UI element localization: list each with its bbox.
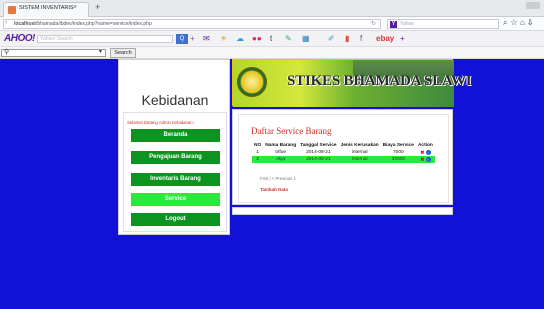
yahoo-icon: Y [390, 21, 397, 28]
main-content: Daftar Service Barang NO Nama Barang Tan… [232, 109, 453, 205]
browser-nav-bar: ‹ localhost/bhamada/ibdev/index.php?name… [0, 17, 544, 31]
brand-title: Kebidanan [141, 92, 209, 108]
search-button[interactable]: Search [110, 48, 136, 58]
column-header: Jenis Kerusakan [340, 143, 379, 148]
search-input[interactable]: ⚲ ▼ [1, 49, 106, 57]
reload-icon[interactable]: ↻ [371, 20, 376, 27]
table-header-row: NO Nama Barang Tanggal Service Jenis Ker… [252, 142, 435, 149]
delete-icon[interactable]: ✖ [420, 158, 424, 163]
table-row: 2 ekja 2014-08-21 internal 30000 ✖ i [252, 156, 435, 163]
service-table: NO Nama Barang Tanggal Service Jenis Ker… [252, 142, 435, 163]
cell-tanggal: 2014-08-21 [306, 150, 331, 155]
table-row: 1 tirfue 2014-08-21 internal 7000 ✖ i [252, 149, 435, 156]
cell-nama-barang: ekja [263, 156, 299, 163]
browser-search-field[interactable]: Y Yahoo [387, 19, 499, 29]
close-tab-icon[interactable]: × [73, 4, 77, 11]
cell-no: 1 [256, 150, 259, 155]
cell-jenis: internal [338, 156, 381, 163]
menu-panel: Selamat Datang Admin Kebidanan - Beranda… [123, 112, 227, 232]
plus-icon[interactable]: + [190, 34, 195, 44]
footer-bar [232, 207, 453, 215]
menu-beranda-button[interactable]: Beranda [131, 129, 220, 142]
chevron-down-icon[interactable]: ▼ [98, 49, 103, 55]
column-header: Nama Barang [265, 143, 297, 148]
page-background: Kebidanan Selamat Datang Admin Kebidanan… [0, 59, 544, 309]
url-host: localhost [14, 21, 36, 27]
ebay-icon[interactable]: ebay [376, 34, 394, 44]
star-icon: ☆ [510, 18, 521, 27]
bookmark-icon[interactable]: ▮ [345, 34, 349, 44]
cell-biaya: 7000 [392, 150, 404, 155]
address-bar[interactable]: ‹ localhost/bhamada/ibdev/index.php?name… [3, 19, 381, 29]
edit-icon[interactable]: ✐ [328, 34, 335, 44]
cell-action: ✖ i [415, 156, 435, 163]
menu-logout-button[interactable]: Logout [131, 213, 220, 226]
cell-tanggal: 2014-08-21 [298, 156, 339, 163]
browser-tab[interactable]: SISTEM INVENTARIS × [3, 2, 89, 17]
cell-biaya: 30000 [380, 156, 416, 163]
tumblr-icon[interactable]: t [270, 34, 272, 44]
stikes-logo-icon [237, 67, 267, 97]
yahoo-search-input[interactable]: Yahoo! Search [37, 35, 173, 43]
nav-action-icons[interactable]: ⌕☆⌂⇩ [503, 18, 535, 28]
search-row: ⚲ ▼ Search [0, 47, 544, 59]
window-control[interactable] [526, 2, 540, 9]
back-arrow-icon[interactable]: ‹ [5, 19, 7, 26]
browser-tab-bar: SISTEM INVENTARIS × + [0, 0, 544, 17]
cell-action: ✖ i [416, 149, 435, 156]
welcome-text: Selamat Datang Admin Kebidanan - [127, 120, 196, 125]
chat-icon[interactable]: ✎ [285, 34, 292, 44]
page-title: Daftar Service Barang [251, 126, 332, 136]
url-text: localhost/bhamada/ibdev/index.php?name=s… [14, 21, 152, 27]
tab-title: SISTEM INVENTARIS [19, 5, 74, 11]
pagination[interactable]: First | < Previous 1 [260, 176, 296, 181]
menu-pengajuan-barang-button[interactable]: Pengajuan Barang [131, 151, 220, 164]
column-header: Action [417, 143, 433, 148]
menu-inventaris-barang-button[interactable]: Inventaris Barang [131, 173, 220, 186]
column-header: Tanggal Service [300, 143, 337, 148]
yahoo-search-placeholder: Yahoo! Search [40, 36, 73, 42]
sidebar: Kebidanan Selamat Datang Admin Kebidanan… [118, 59, 230, 235]
home-icon: ⌂ [520, 18, 528, 27]
menu-service-button[interactable]: Service [131, 193, 220, 206]
add-icon[interactable]: + [400, 34, 405, 44]
mail-icon[interactable]: ✉ [203, 34, 210, 44]
search-icon: ⚲ [4, 49, 10, 56]
header-title: STIKES BHAMADA SLAWI [287, 73, 472, 89]
column-header: NO [254, 143, 262, 148]
yahoo-toolbar: AHOO! Yahoo! Search Q + ✉ ☀ ☁ ●● t ✎ ▦ ✐… [0, 31, 544, 47]
facebook-icon[interactable]: f [360, 34, 362, 44]
favicon-icon [8, 6, 16, 14]
flickr-icon[interactable]: ●● [252, 34, 262, 44]
cloud-icon[interactable]: ☁ [236, 34, 244, 44]
calendar-icon[interactable]: ▦ [302, 34, 310, 44]
new-tab-button[interactable]: + [95, 3, 100, 12]
download-icon: ⇩ [527, 18, 536, 27]
header-banner: STIKES BHAMADA SLAWI [232, 59, 472, 107]
url-path: /bhamada/ibdev/index.php?name=service/in… [35, 21, 152, 27]
column-header: Biaya Service [382, 143, 414, 148]
cell-jenis: internal [351, 150, 368, 155]
yahoo-logo[interactable]: AHOO! [4, 33, 35, 44]
delete-icon[interactable]: ✖ [420, 151, 424, 156]
sun-icon[interactable]: ☀ [220, 34, 227, 44]
add-data-link[interactable]: Tambah Data [260, 187, 288, 192]
cell-no: 2 [252, 156, 264, 163]
content-panel: Daftar Service Barang NO Nama Barang Tan… [238, 114, 449, 203]
info-icon[interactable]: i [425, 156, 431, 162]
info-icon[interactable]: i [425, 149, 431, 155]
yahoo-search-button[interactable]: Q [176, 34, 188, 44]
browser-search-placeholder: Yahoo [400, 21, 415, 27]
cell-nama-barang: tirfue [275, 150, 286, 155]
